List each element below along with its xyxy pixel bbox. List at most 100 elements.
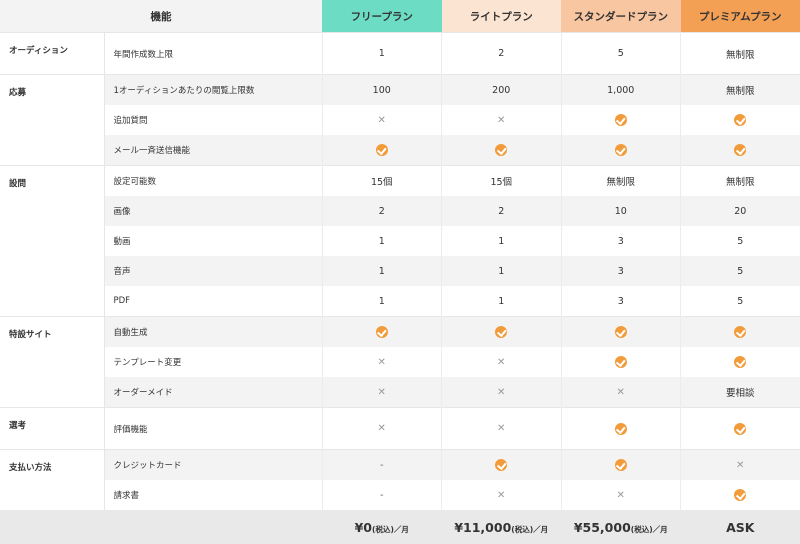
value-text: 1,000 <box>607 85 634 96</box>
feature-name-cell: オーダーメイド <box>104 377 322 408</box>
feature-name-cell: 年間作成数上限 <box>104 33 322 75</box>
price-lite: ¥11,000(税込)／月 <box>442 510 562 544</box>
check-icon <box>376 326 388 338</box>
lite-plan-value-cell <box>442 450 562 481</box>
value-text: 1 <box>379 48 385 59</box>
free-plan-value-cell: ✕ <box>322 347 442 377</box>
premium-plan-value-cell: 5 <box>681 256 800 286</box>
lite-plan-value-cell: 200 <box>442 75 562 106</box>
value-text: 15個 <box>371 177 393 188</box>
feature-name-cell: クレジットカード <box>104 450 322 481</box>
premium-plan-value-cell <box>681 105 800 135</box>
check-icon <box>734 489 746 501</box>
price-standard: ¥55,000(税込)／月 <box>561 510 681 544</box>
plan-comparison: 機能 フリープラン ライトプラン スタンダードプラン プレミアムプラン オーディ… <box>0 0 800 515</box>
table-row: 追加質問✕✕ <box>0 105 800 135</box>
cross-icon: ✕ <box>497 115 505 126</box>
table-row: 音声1135 <box>0 256 800 286</box>
price-suffix: (税込)／月 <box>372 525 409 534</box>
not-applicable-dash: - <box>380 490 384 501</box>
price-premium: ASK <box>681 510 800 544</box>
free-plan-value-cell <box>322 135 442 166</box>
check-icon <box>734 423 746 435</box>
table-row: 支払い方法クレジットカード-✕ <box>0 450 800 481</box>
value-text: 3 <box>618 266 624 277</box>
standard-plan-header: スタンダードプラン <box>561 0 681 33</box>
lite-plan-value-cell: 2 <box>442 33 562 75</box>
check-icon <box>615 144 627 156</box>
check-icon <box>615 326 627 338</box>
standard-plan-value-cell: 10 <box>561 196 681 226</box>
free-plan-value-cell: 2 <box>322 196 442 226</box>
premium-plan-value-cell <box>681 408 800 450</box>
check-icon <box>376 144 388 156</box>
premium-plan-value-cell <box>681 347 800 377</box>
feature-name-cell: 設定可能数 <box>104 166 322 197</box>
table-row: オーダーメイド✕✕✕要相談 <box>0 377 800 408</box>
value-text: 3 <box>618 296 624 307</box>
check-icon <box>495 144 507 156</box>
feature-name-cell: 追加質問 <box>104 105 322 135</box>
value-text: 100 <box>373 85 391 96</box>
category-cell: オーディション <box>0 33 104 75</box>
free-plan-value-cell: 15個 <box>322 166 442 197</box>
cross-icon: ✕ <box>497 423 505 434</box>
lite-plan-value-cell <box>442 135 562 166</box>
check-icon <box>495 326 507 338</box>
value-text: 1 <box>379 266 385 277</box>
value-text: 無制限 <box>726 86 755 97</box>
standard-plan-value-cell: 無制限 <box>561 166 681 197</box>
price-suffix: (税込)／月 <box>511 525 548 534</box>
cross-icon: ✕ <box>617 387 625 398</box>
check-icon <box>615 114 627 126</box>
standard-plan-value-cell: ✕ <box>561 377 681 408</box>
value-text: 2 <box>498 206 504 217</box>
check-icon <box>734 356 746 368</box>
feature-name-cell: 1オーディションあたりの閲覧上限数 <box>104 75 322 106</box>
free-plan-value-cell: 1 <box>322 256 442 286</box>
check-icon <box>615 459 627 471</box>
cross-icon: ✕ <box>497 490 505 501</box>
check-icon <box>615 423 627 435</box>
feature-column-header: 機能 <box>0 0 322 33</box>
standard-plan-value-cell: 5 <box>561 33 681 75</box>
premium-plan-value-cell: 5 <box>681 226 800 256</box>
category-cell: 応募 <box>0 75 104 166</box>
lite-plan-value-cell: ✕ <box>442 408 562 450</box>
cross-icon: ✕ <box>378 357 386 368</box>
category-cell: 選考 <box>0 408 104 450</box>
category-cell: 特設サイト <box>0 317 104 408</box>
standard-plan-value-cell <box>561 347 681 377</box>
table-row: 動画1135 <box>0 226 800 256</box>
value-text: 無制限 <box>726 177 755 188</box>
standard-plan-value-cell <box>561 105 681 135</box>
price-amount: ¥11,000 <box>454 520 511 535</box>
standard-plan-value-cell: 3 <box>561 286 681 317</box>
price-amount: ASK <box>726 520 754 535</box>
value-text: 20 <box>734 206 746 217</box>
cross-icon: ✕ <box>497 357 505 368</box>
premium-plan-header: プレミアムプラン <box>681 0 800 33</box>
free-plan-value-cell: 1 <box>322 33 442 75</box>
feature-name-cell: 動画 <box>104 226 322 256</box>
premium-plan-value-cell: 5 <box>681 286 800 317</box>
table-row: 応募1オーディションあたりの閲覧上限数1002001,000無制限 <box>0 75 800 106</box>
feature-name-cell: メール一斉送信機能 <box>104 135 322 166</box>
value-text: 5 <box>618 48 624 59</box>
free-plan-header: フリープラン <box>322 0 442 33</box>
table-row: オーディション年間作成数上限125無制限 <box>0 33 800 75</box>
table-row: 画像221020 <box>0 196 800 226</box>
value-text: 1 <box>498 236 504 247</box>
cross-icon: ✕ <box>736 460 744 471</box>
cross-icon: ✕ <box>378 423 386 434</box>
premium-plan-value-cell: 無制限 <box>681 166 800 197</box>
free-plan-value-cell: 1 <box>322 286 442 317</box>
check-icon <box>615 356 627 368</box>
value-text: 3 <box>618 236 624 247</box>
check-icon <box>734 144 746 156</box>
value-text: 5 <box>737 266 743 277</box>
premium-plan-value-cell: 要相談 <box>681 377 800 408</box>
value-text: 無制限 <box>606 177 635 188</box>
value-text: 2 <box>498 48 504 59</box>
table-row: PDF1135 <box>0 286 800 317</box>
